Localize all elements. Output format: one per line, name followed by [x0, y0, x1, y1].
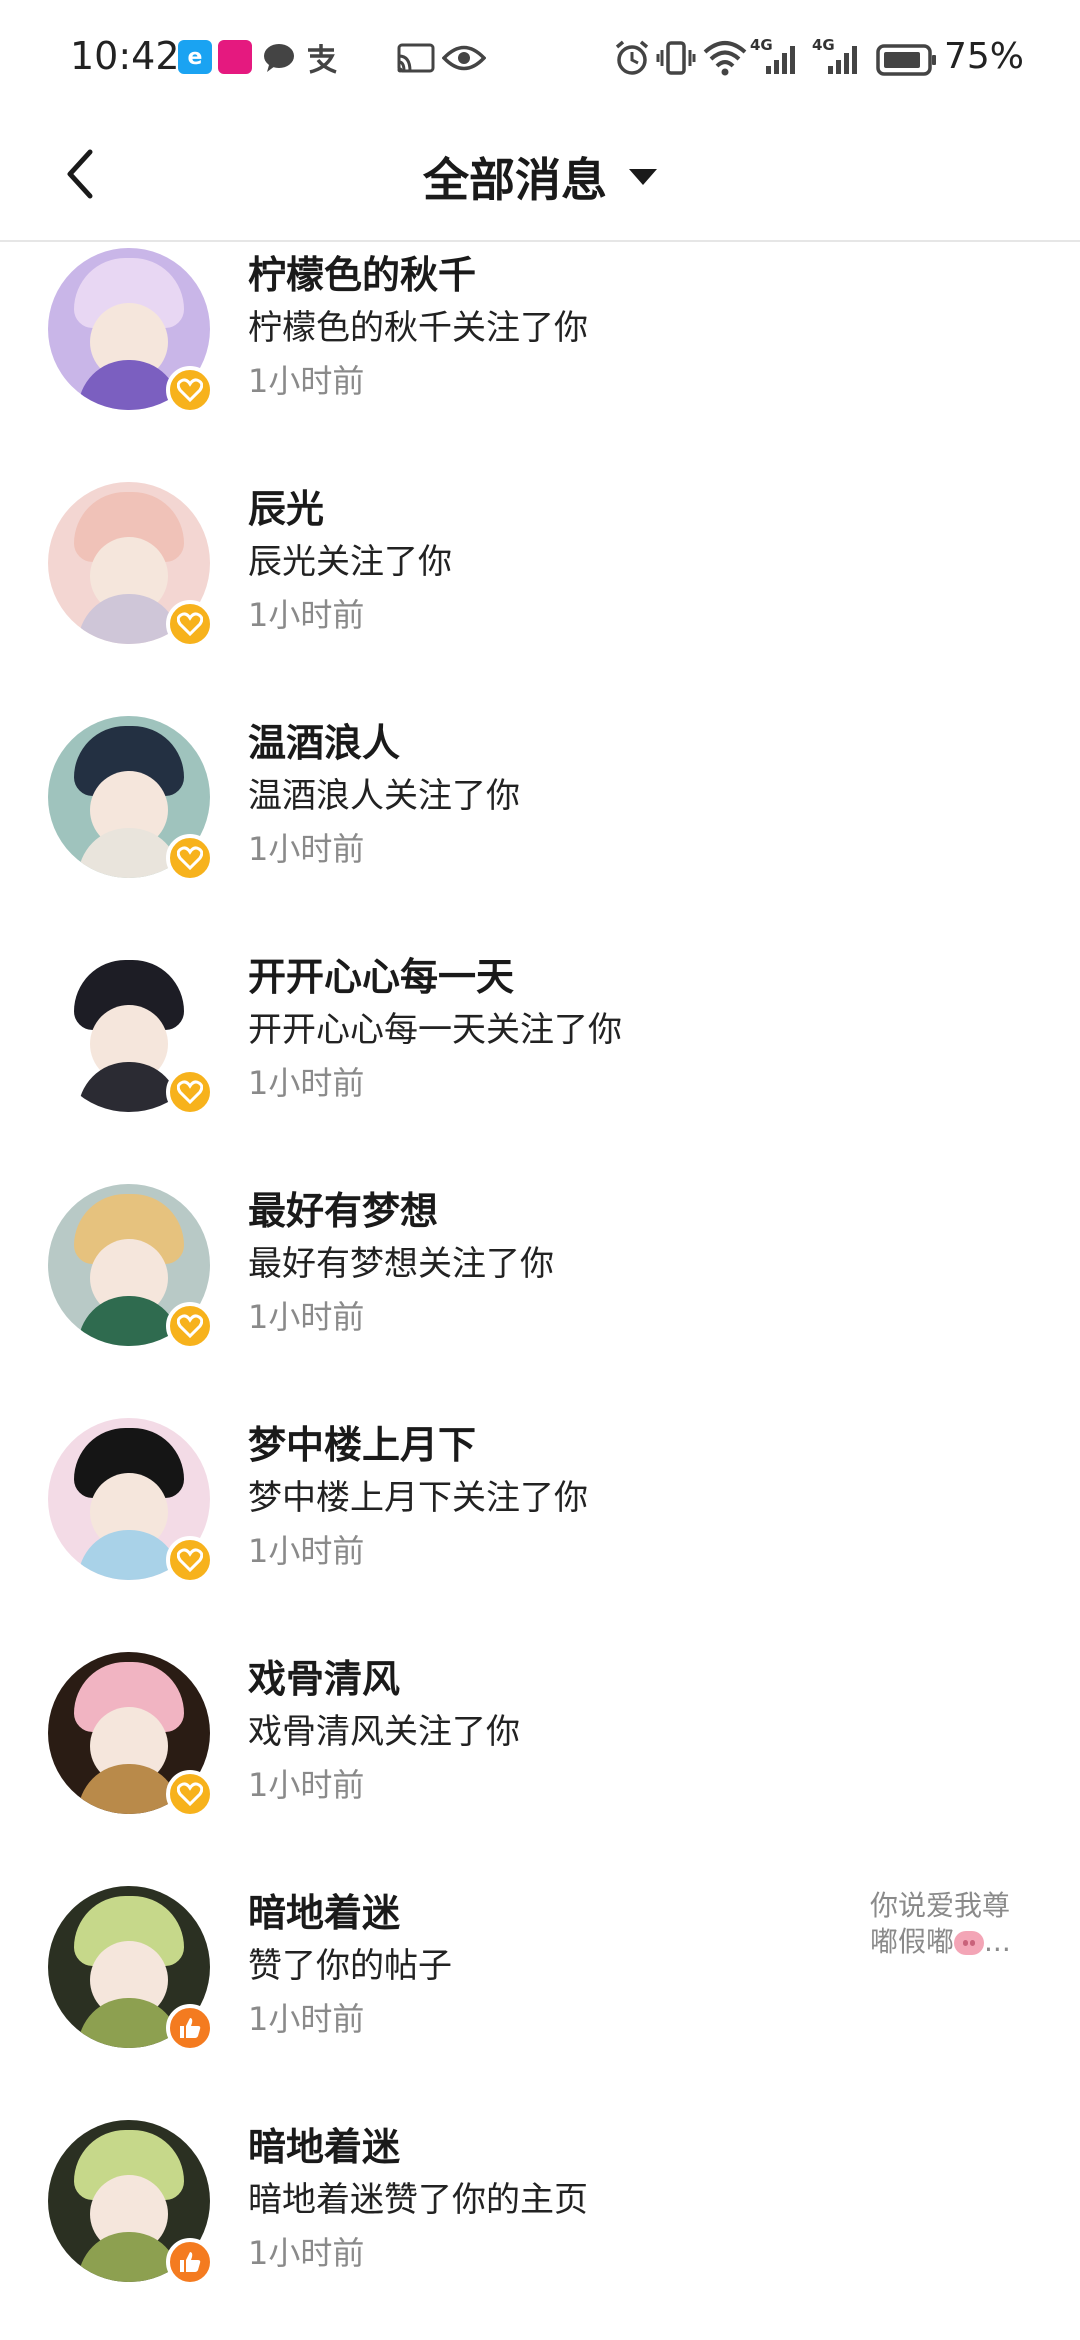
message-item[interactable]: 温酒浪人温酒浪人关注了你 1小时前	[0, 700, 1080, 934]
eleme-app-icon: e	[178, 40, 212, 74]
heart-icon	[177, 1548, 203, 1572]
caret-down-icon	[629, 169, 657, 185]
pig-emoji-icon	[954, 1931, 985, 1955]
alipay-icon	[304, 40, 338, 76]
avatar-container[interactable]	[48, 248, 214, 414]
page-title: 全部消息	[423, 153, 607, 207]
message-time: 1小时前	[248, 596, 365, 634]
message-item[interactable]: 开开心心每一天开开心心每一天关注了你 1小时前	[0, 934, 1080, 1168]
user-name[interactable]: 辰光	[248, 478, 324, 533]
battery-icon	[876, 44, 936, 76]
message-text: 戏骨清风关注了你	[248, 1712, 520, 1752]
avatar-container[interactable]	[48, 1418, 214, 1584]
message-time: 1小时前	[248, 1298, 365, 1336]
follow-badge	[166, 1302, 214, 1350]
battery-percentage: 75%	[944, 36, 1025, 77]
follow-badge	[166, 1770, 214, 1818]
message-time: 1小时前	[248, 2234, 365, 2272]
eye-icon	[442, 40, 486, 76]
thumbs-up-icon	[180, 2018, 201, 2038]
heart-icon	[177, 612, 203, 636]
heart-icon	[177, 1314, 203, 1338]
avatar-container[interactable]	[48, 1886, 214, 2052]
post-preview[interactable]: 你说爱我尊嘟假嘟...	[870, 1888, 1030, 1960]
avatar-container[interactable]	[48, 2120, 214, 2286]
user-name[interactable]: 戏骨清风	[248, 1648, 400, 1703]
like-badge	[166, 2238, 214, 2286]
message-time: 1小时前	[248, 362, 365, 400]
user-name[interactable]: 开开心心每一天	[248, 946, 514, 1001]
avatar-container[interactable]	[48, 1652, 214, 1818]
message-time: 1小时前	[248, 1766, 365, 1804]
user-name[interactable]: 最好有梦想	[248, 1180, 438, 1235]
message-text: 温酒浪人关注了你	[248, 776, 520, 816]
alarm-icon	[615, 40, 649, 75]
follow-badge	[166, 834, 214, 882]
message-item[interactable]: 暗地着迷赞了你的帖子 1小时前 你说爱我尊嘟假嘟...	[0, 1870, 1080, 2104]
user-name[interactable]: 暗地着迷	[248, 2116, 400, 2171]
heart-icon	[177, 846, 203, 870]
message-text: 柠檬色的秋千关注了你	[248, 308, 588, 348]
user-name[interactable]: 柠檬色的秋千	[248, 244, 476, 299]
follow-badge	[166, 1068, 214, 1116]
message-text: 暗地着迷赞了你的主页	[248, 2180, 588, 2220]
follow-badge	[166, 366, 214, 414]
vibrate-icon	[656, 41, 696, 75]
avatar-container[interactable]	[48, 482, 214, 648]
heart-icon	[177, 1782, 203, 1806]
avatar-container[interactable]	[48, 950, 214, 1116]
message-item[interactable]: 暗地着迷暗地着迷赞了你的主页 1小时前	[0, 2104, 1080, 2338]
follow-badge	[166, 1536, 214, 1584]
top-navigation-bar: 全部消息	[0, 118, 1080, 242]
follow-badge	[166, 600, 214, 648]
chat-bubble-icon	[262, 40, 296, 76]
signal-icon	[766, 46, 795, 74]
message-text: 梦中楼上月下关注了你	[248, 1478, 588, 1518]
user-name[interactable]: 温酒浪人	[248, 712, 400, 767]
avatar-container[interactable]	[48, 1184, 214, 1350]
message-item[interactable]: 柠檬色的秋千柠檬色的秋千关注了你 1小时前	[0, 232, 1080, 466]
message-text: 最好有梦想关注了你	[248, 1244, 554, 1284]
message-text: 赞了你的帖子	[248, 1946, 452, 1986]
post-preview-ellipsis: ...	[984, 1925, 1011, 1958]
user-name[interactable]: 梦中楼上月下	[248, 1414, 476, 1469]
vip-app-icon	[218, 40, 252, 74]
heart-icon	[177, 1080, 203, 1104]
message-time: 1小时前	[248, 1532, 365, 1570]
message-time: 1小时前	[248, 830, 365, 868]
message-text: 辰光关注了你	[248, 542, 452, 582]
message-time: 1小时前	[248, 1064, 365, 1102]
message-text: 开开心心每一天关注了你	[248, 1010, 622, 1050]
user-name[interactable]: 暗地着迷	[248, 1882, 400, 1937]
message-item[interactable]: 戏骨清风戏骨清风关注了你 1小时前	[0, 1636, 1080, 1870]
message-filter-dropdown[interactable]: 全部消息	[0, 144, 1080, 210]
heart-icon	[177, 378, 203, 402]
message-time: 1小时前	[248, 2000, 365, 2038]
cast-icon	[396, 40, 436, 76]
status-time: 10:42	[70, 34, 180, 78]
message-item[interactable]: 辰光辰光关注了你 1小时前	[0, 466, 1080, 700]
thumbs-up-icon	[180, 2252, 201, 2272]
message-item[interactable]: 最好有梦想最好有梦想关注了你 1小时前	[0, 1168, 1080, 1402]
avatar-container[interactable]	[48, 716, 214, 882]
message-item[interactable]: 梦中楼上月下梦中楼上月下关注了你 1小时前	[0, 1402, 1080, 1636]
status-bar: 10:42 e 4G 4G 75%	[0, 0, 1080, 118]
signal-icon	[828, 46, 857, 74]
like-badge	[166, 2004, 214, 2052]
wifi-icon	[703, 41, 747, 76]
